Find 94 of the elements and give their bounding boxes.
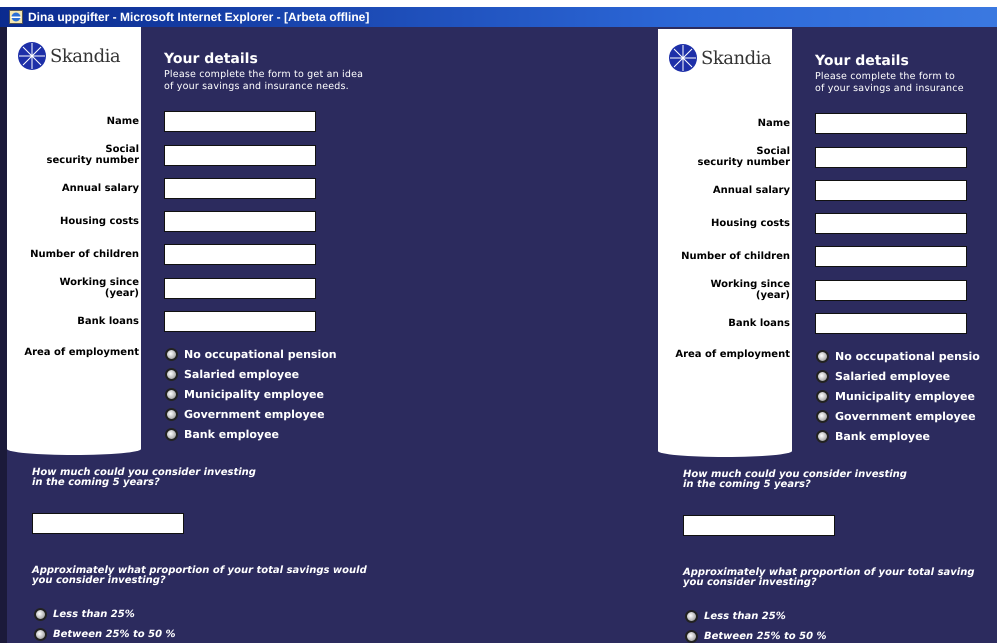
radio-option[interactable]: Between 25% to 50 %: [34, 628, 648, 641]
radio-option[interactable]: No occupational pension: [165, 348, 648, 361]
browser-icon: [9, 10, 23, 24]
intro-text: Please complete the form to: [815, 71, 956, 83]
option-label: Less than 25%: [704, 611, 786, 622]
logo-text: Skandia: [701, 48, 772, 68]
radio-icon[interactable]: [165, 388, 178, 401]
radio-icon[interactable]: [816, 430, 829, 443]
input-field[interactable]: [164, 244, 316, 265]
radio-option[interactable]: Bank employee: [165, 428, 648, 441]
radio-icon[interactable]: [165, 428, 178, 441]
field-label: Number of children: [29, 249, 140, 260]
field-label: Area of employment: [23, 347, 140, 358]
question-text: Approximately what proportion of your total saving: [683, 568, 976, 578]
field-label: Name: [106, 116, 140, 127]
radio-icon[interactable]: [816, 390, 829, 403]
logo-text: Skandia: [50, 46, 120, 66]
option-label: Between 25% to 50 %: [704, 631, 827, 642]
radio-option[interactable]: No occupational pensio: [816, 350, 997, 363]
radio-icon[interactable]: [34, 608, 47, 621]
radio-icon[interactable]: [816, 370, 829, 383]
input-field[interactable]: [815, 213, 967, 234]
radio-option[interactable]: Salaried employee: [165, 368, 648, 381]
field-label: Annual salary: [712, 185, 791, 196]
section-heading: Your details: [815, 53, 910, 69]
field-label: Name: [756, 118, 791, 129]
field-label: Working since (year): [58, 277, 140, 299]
radio-option[interactable]: Municipality employee: [816, 390, 997, 403]
option-label: No occupational pensio: [835, 350, 980, 363]
radio-icon[interactable]: [685, 630, 698, 643]
radio-icon[interactable]: [685, 610, 698, 623]
radio-icon[interactable]: [816, 410, 829, 423]
option-label: Less than 25%: [53, 609, 135, 620]
radio-icon[interactable]: [165, 348, 178, 361]
question-text: How much could you consider investing: [683, 470, 908, 480]
option-label: Municipality employee: [184, 388, 324, 401]
starburst-logo-icon: [668, 43, 698, 73]
field-label: Area of employment: [674, 349, 791, 360]
option-label: Government employee: [835, 410, 976, 423]
option-label: Municipality employee: [835, 390, 975, 403]
input-field[interactable]: [164, 311, 316, 332]
field-label: Bank loans: [76, 316, 140, 327]
question-text: you consider investing?: [32, 576, 166, 586]
radio-option[interactable]: Government employee: [165, 408, 648, 421]
window-title: Dina uppgifter - Microsoft Internet Explorer - [Arbeta offline]: [28, 10, 370, 24]
question-text: you consider investing?: [683, 578, 817, 588]
input-field[interactable]: [164, 211, 316, 232]
field-label: Housing costs: [59, 216, 140, 227]
starburst-logo-icon: [17, 41, 47, 71]
radio-icon[interactable]: [165, 368, 178, 381]
radio-option[interactable]: Municipality employee: [165, 388, 648, 401]
option-label: Government employee: [184, 408, 325, 421]
question-text: in the coming 5 years?: [32, 478, 161, 488]
field-label: Social security number: [696, 146, 791, 168]
intro-text: Please complete the form to get an idea: [164, 69, 364, 81]
option-label: Bank employee: [184, 428, 279, 441]
section-heading: Your details: [164, 51, 259, 67]
field-label: Housing costs: [710, 218, 791, 229]
radio-option[interactable]: Government employee: [816, 410, 997, 423]
input-field[interactable]: [815, 280, 967, 300]
radio-icon[interactable]: [816, 350, 829, 363]
input-field[interactable]: [815, 246, 967, 267]
intro-text: of your savings and insurance: [815, 83, 965, 95]
radio-icon[interactable]: [34, 628, 47, 641]
input-field[interactable]: [164, 144, 316, 166]
option-label: Bank employee: [835, 430, 930, 443]
field-label: Working since (year): [709, 279, 791, 301]
field-label: Number of children: [680, 251, 791, 262]
radio-option[interactable]: Bank employee: [816, 430, 997, 443]
input-field[interactable]: [32, 513, 184, 534]
input-field[interactable]: [815, 180, 967, 201]
input-field[interactable]: [683, 515, 835, 536]
question-text: How much could you consider investing: [32, 468, 257, 478]
field-label: Social security number: [46, 144, 140, 166]
input-field[interactable]: [815, 313, 967, 334]
radio-option[interactable]: Salaried employee: [816, 370, 997, 383]
radio-option[interactable]: Between 25% to 50 %: [685, 630, 997, 643]
field-label: Annual salary: [60, 183, 140, 194]
input-field[interactable]: [164, 178, 316, 199]
input-field[interactable]: [815, 146, 967, 168]
question-text: in the coming 5 years?: [683, 480, 812, 490]
input-field[interactable]: [164, 111, 316, 132]
option-label: Between 25% to 50 %: [53, 629, 176, 640]
intro-text: of your savings and insurance needs.: [164, 81, 350, 93]
question-text: Approximately what proportion of your total savings would: [32, 566, 368, 576]
input-field[interactable]: [815, 113, 967, 134]
radio-icon[interactable]: [165, 408, 178, 421]
radio-option[interactable]: Less than 25%: [34, 608, 648, 621]
field-label: Bank loans: [727, 318, 791, 329]
input-field[interactable]: [164, 278, 316, 298]
option-label: Salaried employee: [184, 368, 300, 381]
option-label: Salaried employee: [835, 370, 950, 383]
radio-option[interactable]: Less than 25%: [685, 610, 997, 623]
option-label: No occupational pension: [184, 348, 337, 361]
